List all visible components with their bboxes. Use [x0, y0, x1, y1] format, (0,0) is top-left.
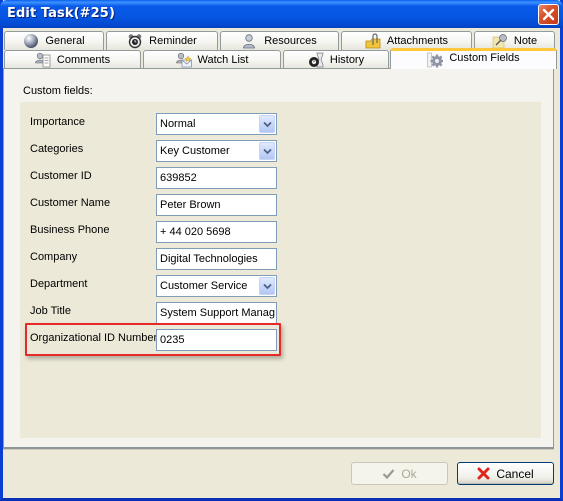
tab-label: Note: [513, 35, 538, 47]
tab-watch-list[interactable]: Watch List: [143, 50, 281, 69]
tab-label: Resources: [264, 35, 317, 47]
field-row-organizational-id: Organizational ID Number 0235: [20, 329, 320, 351]
dropdown-button[interactable]: [259, 277, 275, 295]
customer-name-input[interactable]: Peter Brown: [156, 194, 277, 216]
categories-select[interactable]: Key Customer: [156, 140, 277, 162]
tab-reminder[interactable]: Reminder: [106, 31, 218, 50]
job-title-input[interactable]: System Support Manag: [156, 302, 277, 324]
title-bar[interactable]: Edit Task(#25): [0, 0, 563, 28]
chevron-down-icon: [262, 148, 272, 154]
field-row-customer-name: Customer Name Peter Brown: [20, 194, 320, 216]
field-label: Job Title: [30, 305, 71, 317]
department-select[interactable]: Customer Service: [156, 275, 277, 297]
dropdown-button[interactable]: [259, 142, 275, 160]
field-label: Importance: [30, 116, 86, 128]
customer-id-input[interactable]: 639852: [156, 167, 277, 189]
field-label: Customer Name: [30, 197, 111, 209]
paperclip-folder-icon: [365, 33, 381, 49]
tab-label: General: [45, 35, 85, 47]
organizational-id-input[interactable]: 0235: [156, 329, 277, 351]
chevron-down-icon: [262, 283, 272, 289]
field-label: Categories: [30, 143, 84, 155]
field-row-customer-id: Customer ID 639852: [20, 167, 320, 189]
cancel-button[interactable]: Cancel: [457, 462, 554, 485]
field-label: Organizational ID Number: [30, 332, 158, 344]
select-value: Normal: [160, 118, 196, 130]
field-label: Company: [30, 251, 78, 263]
window-title: Edit Task(#25): [7, 6, 115, 21]
comments-icon: [35, 52, 51, 68]
company-input[interactable]: Digital Technologies: [156, 248, 277, 270]
tab-general[interactable]: General: [4, 31, 104, 50]
select-value: Customer Service: [160, 280, 248, 292]
person-icon: [242, 33, 258, 49]
checkmark-icon: [383, 469, 395, 480]
ok-button[interactable]: Ok: [351, 462, 448, 485]
custom-fields-panel: Importance Normal Categories Key Custome…: [20, 102, 541, 438]
custom-fields-page: Custom fields: Importance Normal Categor…: [3, 68, 554, 449]
field-row-categories: Categories Key Customer: [20, 140, 320, 162]
tab-comments[interactable]: Comments: [4, 50, 141, 69]
field-row-company: Company Digital Technologies: [20, 248, 320, 270]
tab-label: Comments: [56, 54, 111, 66]
select-value: Key Customer: [160, 145, 230, 157]
tab-label: History: [329, 54, 365, 66]
chevron-down-icon: [262, 121, 272, 127]
ok-button-label: Ok: [401, 466, 417, 481]
sphere-icon: [23, 33, 39, 49]
watch-list-icon: [175, 52, 192, 68]
field-label: Business Phone: [30, 224, 110, 236]
tab-label: Reminder: [149, 35, 197, 47]
close-button[interactable]: [538, 4, 559, 25]
custom-fields-section-label: Custom fields:: [23, 85, 93, 97]
custom-fields-gear-icon: [427, 52, 444, 68]
tab-resources[interactable]: Resources: [220, 31, 339, 50]
close-x-icon: [542, 8, 555, 21]
tab-label: Watch List: [197, 54, 249, 66]
field-label: Department: [30, 278, 88, 290]
field-row-job-title: Job Title System Support Manag: [20, 302, 320, 324]
pushpin-icon: [492, 33, 508, 49]
dropdown-button[interactable]: [259, 115, 275, 133]
tab-label: Custom Fields: [449, 52, 520, 64]
tab-custom-fields[interactable]: Custom Fields: [390, 48, 557, 69]
field-row-importance: Importance Normal: [20, 113, 320, 135]
business-phone-input[interactable]: + 44 020 5698: [156, 221, 277, 243]
importance-select[interactable]: Normal: [156, 113, 277, 135]
field-row-department: Department Customer Service: [20, 275, 320, 297]
alarm-clock-icon: [127, 33, 143, 49]
cancel-button-label: Cancel: [496, 466, 534, 481]
tab-history[interactable]: History: [283, 50, 389, 69]
history-icon: [308, 52, 324, 68]
tab-label: Attachments: [386, 35, 449, 47]
red-x-icon: [477, 467, 490, 480]
field-label: Customer ID: [30, 170, 92, 182]
field-row-business-phone: Business Phone + 44 020 5698: [20, 221, 320, 243]
